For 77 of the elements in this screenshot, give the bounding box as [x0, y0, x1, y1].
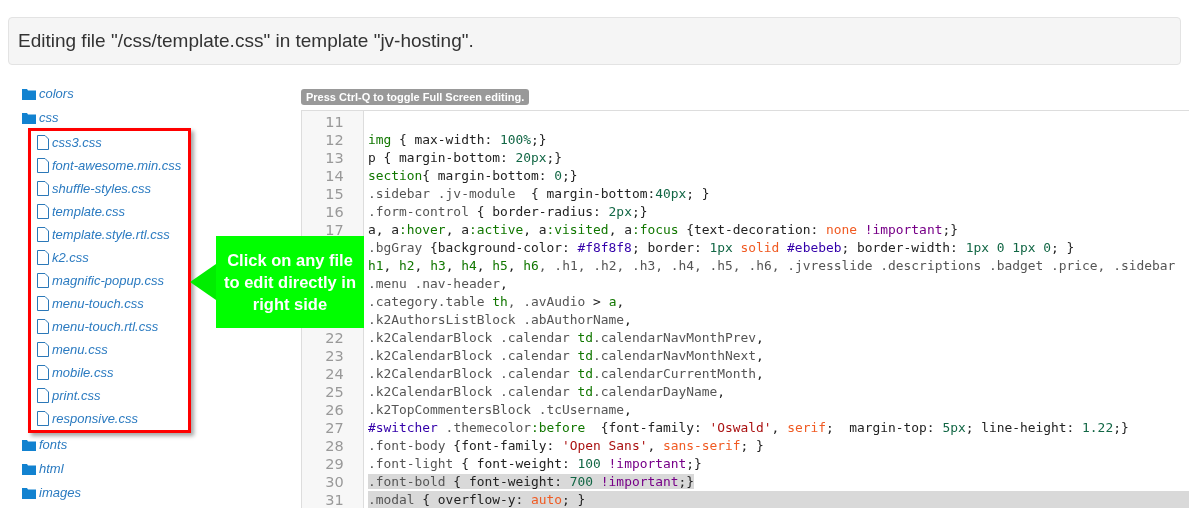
file-icon	[37, 273, 49, 288]
code-line: .menu .nav-header,	[368, 276, 508, 291]
file-icon	[37, 135, 49, 150]
file-link[interactable]: font-awesome.min.css	[52, 155, 182, 176]
file-link[interactable]: menu-touch.rtl.css	[52, 316, 159, 337]
line-number: 14	[325, 168, 344, 184]
code-line: .k2AuthorsListBlock .abAuthorName,	[368, 312, 632, 327]
code-line: img { max-width: 100%;}	[368, 132, 547, 147]
file-link[interactable]: shuffle-styles.css	[52, 178, 151, 199]
code-line: .modal { overflow-y: auto; }	[368, 492, 586, 507]
code-line: .k2CalendarBlock .calendar td.calendarNavMonthNext,	[368, 348, 764, 363]
folder-link[interactable]: fonts	[39, 435, 68, 455]
code-line: .font-light { font-weight: 100 !important;}	[368, 456, 702, 471]
file-icon	[37, 296, 49, 311]
file-icon	[37, 181, 49, 196]
folder-icon	[22, 463, 36, 475]
callout-note: Click on any file to edit directly in right side	[216, 236, 364, 328]
callout-arrow-icon	[190, 264, 216, 300]
code-line: .form-control { border-radius: 2px;}	[368, 204, 648, 219]
page-title: Editing file "/css/template.css" in template "jv-hosting".	[18, 28, 474, 53]
code-line: a, a:hover, a:active, a:visited, a:focus {text-decoration: none !important;}	[368, 222, 958, 237]
file-link[interactable]: mobile.css	[52, 362, 114, 383]
code-line: p { margin-bottom: 20px;}	[368, 150, 563, 165]
code-line: section{ margin-bottom: 0;}	[368, 168, 578, 183]
code-line: .k2CalendarBlock .calendar td.calendarCurrentMonth,	[368, 366, 764, 381]
file-link[interactable]: responsive.css	[52, 408, 138, 429]
code-line: .k2CalendarBlock .calendar td.calendarNavMonthPrev,	[368, 330, 764, 345]
line-number: 24	[325, 366, 344, 382]
code-line: .category.table th, .avAudio > a,	[368, 294, 625, 309]
line-number: 16	[325, 204, 344, 220]
folder-icon	[22, 487, 36, 499]
folder-link[interactable]: colors	[39, 84, 74, 104]
line-number: 22	[325, 330, 344, 346]
file-icon	[37, 204, 49, 219]
line-number: 26	[325, 402, 344, 418]
line-number: 12	[325, 132, 344, 148]
file-link[interactable]: print.css	[52, 385, 101, 406]
line-number: 25	[325, 384, 344, 400]
code-line: .k2TopCommentersBlock .tcUsername,	[368, 402, 632, 417]
line-number: 15	[325, 186, 344, 202]
folder-icon	[22, 439, 36, 451]
file-icon	[37, 319, 49, 334]
file-link[interactable]: template.css	[52, 201, 125, 222]
line-number: 17	[325, 222, 344, 238]
file-icon	[37, 388, 49, 403]
file-icon	[37, 227, 49, 242]
line-number: 28	[325, 438, 344, 454]
notice-badge: Press Ctrl-Q to toggle Full Screen editing.	[301, 89, 530, 105]
file-icon	[37, 365, 49, 380]
line-number: 31	[325, 492, 344, 508]
file-link[interactable]: menu.css	[52, 339, 108, 360]
file-link[interactable]: css3.css	[52, 132, 102, 153]
file-icon	[37, 250, 49, 265]
code-line: .bgGray {background-color: #f8f8f8; border: 1px solid #ebebeb; border-width: 1px 0 1px 0; }	[368, 240, 1075, 255]
line-number: 27	[325, 420, 344, 436]
folder-link[interactable]: images	[39, 483, 81, 503]
file-icon	[37, 411, 49, 426]
file-link[interactable]: k2.css	[52, 247, 89, 268]
line-number: 23	[325, 348, 344, 364]
line-number: 30	[325, 474, 344, 490]
file-link[interactable]: menu-touch.css	[52, 293, 144, 314]
code-line: h1, h2, h3, h4, h5, h6, .h1, .h2, .h3, .h4, .h5, .h6, .jvresslide .descriptions .badget .price, .sidebar	[368, 258, 1176, 273]
code-line: .sidebar .jv-module { margin-bottom:40px; }	[368, 186, 710, 201]
line-number: 29	[325, 456, 344, 472]
folder-icon	[22, 112, 36, 124]
line-number: 13	[325, 150, 344, 166]
file-link[interactable]: magnific-popup.css	[52, 270, 164, 291]
code-line: #switcher .themecolor:before {font-family: 'Oswald', serif; margin-top: 5px; line-height: 1.22;}	[368, 420, 1129, 435]
folder-icon	[22, 88, 36, 100]
code-line: .k2CalendarBlock .calendar td.calendarDayName,	[368, 384, 726, 399]
code-line: .font-body {font-family: 'Open Sans', sans-serif; }	[368, 438, 764, 453]
line-number: 11	[325, 114, 344, 130]
folder-link[interactable]: css	[39, 108, 59, 128]
file-icon	[37, 342, 49, 357]
folder-link[interactable]: html	[39, 459, 64, 479]
file-icon	[37, 158, 49, 173]
file-link[interactable]: template.style.rtl.css	[52, 224, 170, 245]
